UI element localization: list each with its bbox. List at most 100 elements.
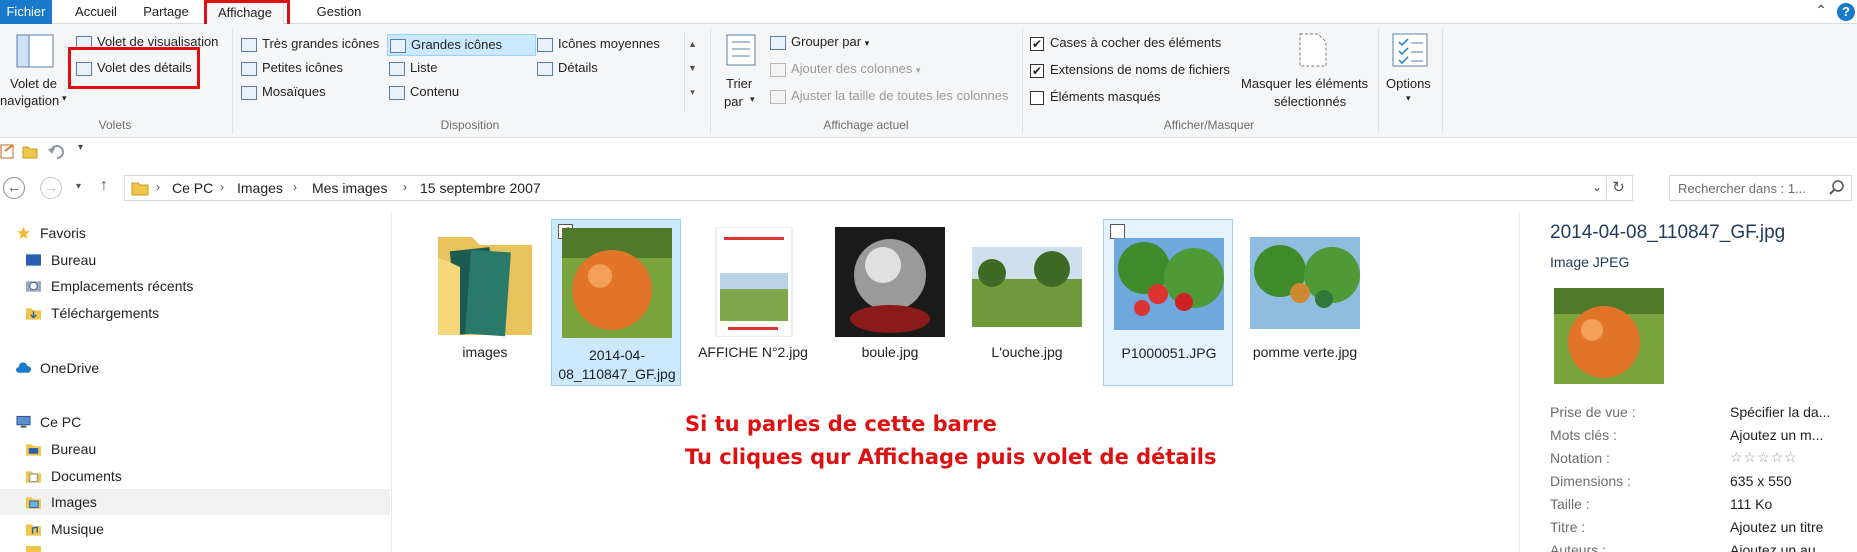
large-icons-icon <box>390 38 406 53</box>
breadcrumb-this-pc[interactable]: Ce PC <box>172 180 213 196</box>
refresh-icon[interactable]: ↻ <box>1606 177 1630 199</box>
nav-item-pictures[interactable]: Images <box>0 489 390 515</box>
chevron-right-icon[interactable]: › <box>156 180 160 194</box>
up-button[interactable]: ↑ <box>100 177 108 195</box>
prop-value-title[interactable]: Ajoutez un titre <box>1730 519 1823 535</box>
hide-selected-label-2: sélectionnés <box>1274 94 1347 109</box>
prop-value-authors[interactable]: Ajoutez un au... <box>1730 542 1827 552</box>
tab-share[interactable]: Partage <box>136 0 196 24</box>
small-icons-icon <box>241 61 257 76</box>
details-icon <box>537 61 553 76</box>
item-checkboxes-toggle[interactable]: ✔ Cases à cocher des éléments <box>1030 35 1221 51</box>
file-item[interactable]: L'ouche.jpg <box>962 219 1092 386</box>
help-icon[interactable]: ? <box>1837 3 1855 21</box>
medium-icons-icon <box>537 37 553 52</box>
file-item-folder[interactable]: images <box>420 219 550 386</box>
add-columns-button[interactable]: Ajouter des colonnes ▾ <box>770 61 921 77</box>
recent-locations-icon[interactable]: ▾ <box>76 181 81 192</box>
ribbon: Volet de navigation ▾ Volet de visualisa… <box>0 24 1857 138</box>
hide-selected-label-1: Masquer les éléments <box>1241 76 1369 91</box>
collapse-ribbon-icon[interactable]: ⌃ <box>1815 2 1827 19</box>
breadcrumb-current-folder[interactable]: 15 septembre 2007 <box>420 180 541 196</box>
tab-home[interactable]: Accueil <box>66 0 126 24</box>
properties-icon[interactable] <box>0 143 16 159</box>
search-input[interactable]: Rechercher dans : 1... <box>1678 181 1806 196</box>
nav-item-downloads[interactable]: Téléchargements <box>0 300 390 326</box>
file-extensions-checkbox[interactable]: ✔ <box>1030 63 1044 78</box>
layout-list[interactable]: Liste <box>389 60 437 76</box>
orange-fruit-thumbnail-icon <box>562 228 672 338</box>
options-button[interactable]: Options ▾ <box>1382 32 1438 112</box>
file-item[interactable]: pomme verte.jpg <box>1240 219 1370 386</box>
desktop-icon <box>26 254 41 266</box>
sort-by-button[interactable]: Trier par ▾ <box>720 32 762 112</box>
file-name: 2014-04-08_110847_GF.jpg <box>558 347 676 382</box>
layout-details[interactable]: Détails <box>537 60 598 76</box>
layout-medium-icons[interactable]: Icônes moyennes <box>537 36 660 52</box>
prop-value-tags[interactable]: Ajoutez un m... <box>1730 427 1823 443</box>
prop-label: Mots clés : <box>1550 427 1617 443</box>
layout-group-label: Disposition <box>440 118 500 132</box>
rating-stars-icon[interactable]: ☆☆☆☆☆ <box>1730 449 1798 466</box>
hide-selected-button[interactable]: Masquer les éléments sélectionnés <box>1238 32 1388 112</box>
tab-file[interactable]: Fichier <box>0 0 52 24</box>
search-icon[interactable] <box>1829 180 1845 196</box>
layout-large-icons[interactable]: Grandes icônes <box>387 34 536 56</box>
tab-manage[interactable]: Gestion <box>304 0 374 24</box>
show-hide-group-label: Afficher/Masquer <box>1163 118 1255 132</box>
chevron-right-icon[interactable]: › <box>293 180 297 194</box>
recent-places-icon <box>26 281 41 292</box>
group-by-button[interactable]: Grouper par ▾ <box>770 34 869 50</box>
breadcrumb-my-images[interactable]: Mes images <box>312 180 387 196</box>
file-item[interactable]: boule.jpg <box>825 219 955 386</box>
nav-item-onedrive[interactable]: OneDrive <box>0 355 390 381</box>
file-item[interactable]: AFFICHE N°2.jpg <box>688 219 818 386</box>
forward-button[interactable]: → <box>40 177 62 199</box>
nav-item-this-pc[interactable]: Ce PC <box>0 409 390 435</box>
music-folder-icon <box>26 524 41 536</box>
layout-content[interactable]: Contenu <box>389 84 459 100</box>
prop-label: Dimensions : <box>1550 473 1631 489</box>
cloud-icon <box>16 362 31 373</box>
content-icon <box>389 85 405 100</box>
file-item-selected[interactable]: ✔ 2014-04-08_110847_GF.jpg <box>551 219 681 386</box>
nav-item-documents[interactable]: Documents <box>0 463 390 489</box>
customize-qat-icon[interactable]: ▾ <box>78 142 83 153</box>
address-history-icon[interactable]: ⌄ <box>1592 180 1602 194</box>
file-name: images <box>462 344 508 360</box>
nav-item-pc-desktop[interactable]: Bureau <box>0 436 390 462</box>
nav-item-recent-places[interactable]: Emplacements récents <box>0 273 390 299</box>
prop-label: Taille : <box>1550 496 1590 512</box>
documents-folder-icon <box>26 471 41 483</box>
nav-item-favorites[interactable]: Favoris <box>0 220 390 246</box>
breadcrumb-images[interactable]: Images <box>237 180 283 196</box>
chevron-right-icon[interactable]: › <box>403 180 407 194</box>
highlight-details-pane <box>68 47 200 89</box>
layout-small-icons[interactable]: Petites icônes <box>241 60 343 76</box>
address-bar[interactable]: › Ce PC › Images › Mes images › 15 septe… <box>124 175 1633 201</box>
downloads-folder-icon <box>26 308 41 320</box>
new-folder-icon[interactable] <box>22 143 38 159</box>
layout-tiles[interactable]: Mosaïques <box>241 84 326 100</box>
file-name: P1000051.JPG <box>1121 345 1217 361</box>
list-icon <box>389 61 405 76</box>
prop-value-date-taken[interactable]: Spécifier la da... <box>1730 404 1830 420</box>
nav-pane-button[interactable]: Volet de navigation ▾ <box>0 32 68 112</box>
file-item-hovered[interactable]: P1000051.JPG <box>1103 219 1233 386</box>
chevron-right-icon[interactable]: › <box>220 180 224 194</box>
panes-group-label: Volets <box>98 118 132 132</box>
nav-item-desktop[interactable]: Bureau <box>0 247 390 273</box>
back-button[interactable]: ← <box>3 177 25 199</box>
hidden-items-checkbox[interactable] <box>1030 90 1044 105</box>
undo-icon[interactable] <box>48 143 66 159</box>
file-extensions-toggle[interactable]: ✔ Extensions de noms de fichiers <box>1030 62 1230 78</box>
search-box[interactable]: Rechercher dans : 1... <box>1669 175 1852 201</box>
layout-gallery-scroll[interactable]: ▲ ▼ ▾ <box>684 32 700 112</box>
size-columns-button[interactable]: Ajuster la taille de toutes les colonnes <box>770 88 1009 104</box>
item-checkboxes-checkbox[interactable]: ✔ <box>1030 36 1044 51</box>
ribbon-separator <box>710 28 711 134</box>
nav-item-music[interactable]: Musique <box>0 516 390 542</box>
hidden-items-toggle[interactable]: Éléments masqués <box>1030 89 1161 105</box>
layout-extra-large-icons[interactable]: Très grandes icônes <box>241 36 379 52</box>
sort-dropdown-icon: ▾ <box>750 94 755 104</box>
